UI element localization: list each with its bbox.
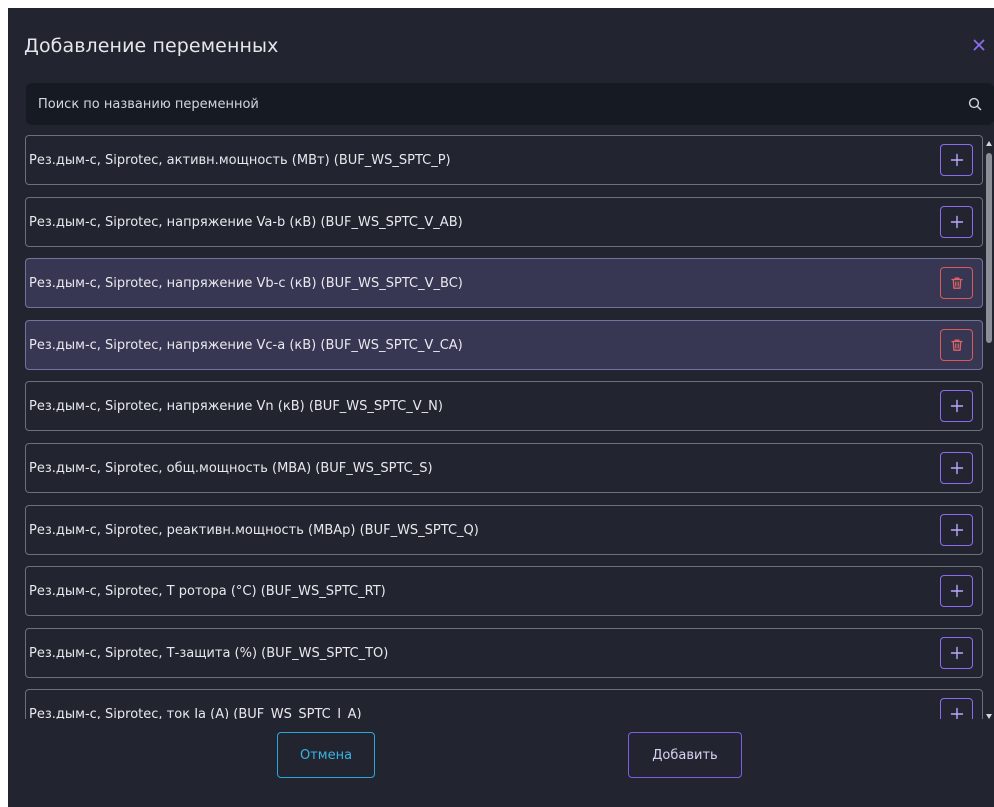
plus-icon <box>950 215 963 229</box>
add-variable-button[interactable] <box>940 390 973 422</box>
plus-icon <box>950 399 963 413</box>
variable-label: Рез.дым-с, Siprotec, ток Ia (А) (BUF_WS_… <box>29 706 362 720</box>
variable-row[interactable]: Рез.дым-с, Siprotec, общ.мощность (МВА) … <box>25 443 983 493</box>
variable-row[interactable]: Рез.дым-с, Siprotec, напряжение Va-b (кВ… <box>25 197 983 247</box>
plus-icon <box>950 523 963 537</box>
search-icon <box>968 97 982 111</box>
add-variable-button[interactable] <box>940 575 973 607</box>
variable-label: Рез.дым-с, Siprotec, активн.мощность (МВ… <box>29 152 451 168</box>
variable-row[interactable]: Рез.дым-с, Siprotec, Т-защита (%) (BUF_W… <box>25 628 983 678</box>
add-variable-button[interactable] <box>940 637 973 669</box>
scroll-down-arrow-icon[interactable] <box>986 714 992 719</box>
remove-variable-button[interactable] <box>940 267 973 299</box>
plus-icon <box>950 707 963 719</box>
scroll-up-arrow-icon[interactable] <box>986 141 992 146</box>
variable-row[interactable]: Рез.дым-с, Siprotec, Т ротора (°С) (BUF_… <box>25 566 983 616</box>
plus-icon <box>950 153 963 167</box>
add-variable-button[interactable] <box>940 452 973 484</box>
variable-label: Рез.дым-с, Siprotec, напряжение Va-b (кВ… <box>29 214 463 230</box>
add-variable-button[interactable] <box>940 514 973 546</box>
add-variables-dialog: Добавление переменных Рез.дым-с, Siprote… <box>8 8 994 807</box>
close-button[interactable] <box>968 34 990 56</box>
plus-icon <box>950 461 963 475</box>
remove-variable-button[interactable] <box>940 329 973 361</box>
variable-label: Рез.дым-с, Siprotec, напряжение Vn (кВ) … <box>29 398 443 414</box>
variable-row[interactable]: Рез.дым-с, Siprotec, напряжение Vn (кВ) … <box>25 381 983 431</box>
plus-icon <box>950 584 963 598</box>
add-button[interactable]: Добавить <box>628 732 742 778</box>
variable-row[interactable]: Рез.дым-с, Siprotec, напряжение Vb-c (кВ… <box>25 258 983 308</box>
variable-label: Рез.дым-с, Siprotec, Т-защита (%) (BUF_W… <box>29 645 389 661</box>
add-variable-button[interactable] <box>940 698 973 719</box>
variable-label: Рез.дым-с, Siprotec, Т ротора (°С) (BUF_… <box>29 583 386 599</box>
scrollbar-thumb[interactable] <box>986 153 992 343</box>
add-variable-button[interactable] <box>940 144 973 176</box>
search-box <box>26 83 994 125</box>
add-variable-button[interactable] <box>940 206 973 238</box>
search-button[interactable] <box>968 83 994 125</box>
variable-row[interactable]: Рез.дым-с, Siprotec, реактивн.мощность (… <box>25 505 983 555</box>
variable-list: Рез.дым-с, Siprotec, активн.мощность (МВ… <box>25 135 985 719</box>
variable-label: Рез.дым-с, Siprotec, общ.мощность (МВА) … <box>29 460 433 476</box>
variable-row[interactable]: Рез.дым-с, Siprotec, активн.мощность (МВ… <box>25 135 983 185</box>
dialog-title: Добавление переменных <box>24 35 279 57</box>
plus-icon <box>950 646 963 660</box>
variable-label: Рез.дым-с, Siprotec, напряжение Vb-c (кВ… <box>29 275 463 291</box>
search-input[interactable] <box>26 83 968 125</box>
variable-row[interactable]: Рез.дым-с, Siprotec, ток Ia (А) (BUF_WS_… <box>25 689 983 719</box>
variable-row[interactable]: Рез.дым-с, Siprotec, напряжение Vc-a (кВ… <box>25 320 983 370</box>
cancel-button[interactable]: Отмена <box>277 732 375 778</box>
close-icon <box>973 39 985 51</box>
list-scrollbar[interactable] <box>985 141 994 719</box>
trash-icon <box>950 339 963 351</box>
variable-label: Рез.дым-с, Siprotec, напряжение Vc-a (кВ… <box>29 337 463 353</box>
variable-label: Рез.дым-с, Siprotec, реактивн.мощность (… <box>29 522 479 538</box>
trash-icon <box>950 277 963 289</box>
